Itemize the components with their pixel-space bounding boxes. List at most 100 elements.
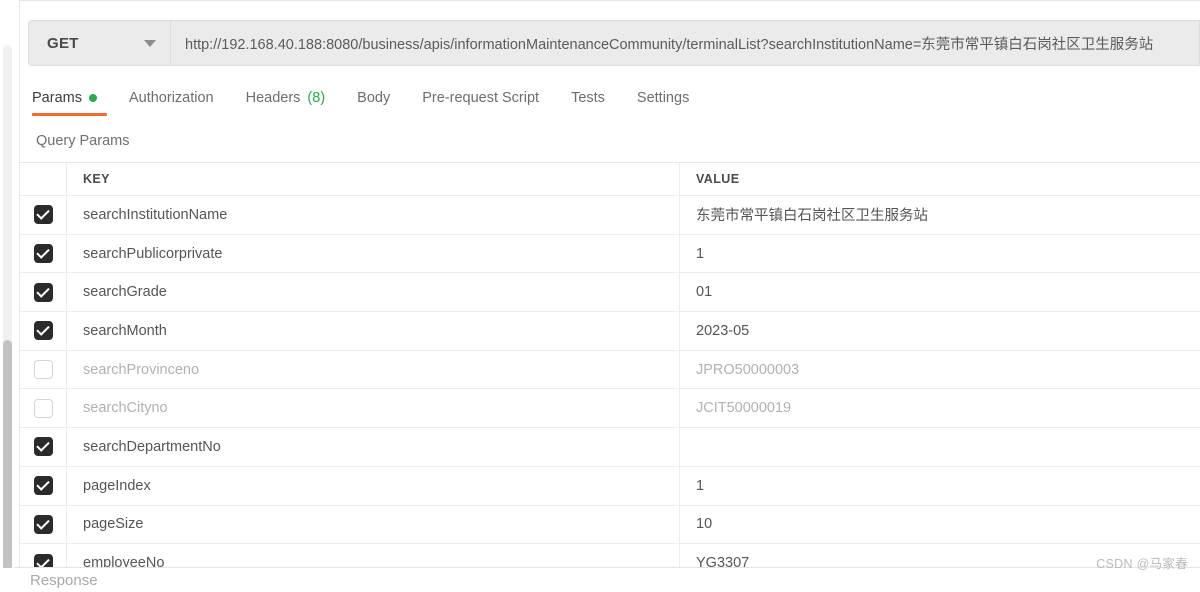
tab-settings-label: Settings — [636, 90, 690, 106]
row-value-cell[interactable]: 01 — [680, 273, 1200, 311]
url-input[interactable]: http://192.168.40.188:8080/business/apis… — [170, 20, 1200, 66]
row-value-cell[interactable]: 东莞市常平镇白石岗社区卫生服务站 — [680, 196, 1200, 234]
tab-headers[interactable]: Headers (8) — [230, 86, 342, 116]
row-checkbox-cell[interactable] — [20, 312, 67, 350]
tab-headers-label: Headers — [245, 90, 301, 106]
tab-body[interactable]: Body — [341, 86, 406, 116]
row-value-cell[interactable]: 2023-05 — [680, 312, 1200, 350]
row-key-cell[interactable]: pageSize — [67, 505, 680, 544]
row-checkbox[interactable] — [33, 514, 53, 534]
row-value: JCIT50000019 — [696, 400, 792, 417]
query-params-table: KEY VALUE searchInstitutionName 东莞市常平镇白石… — [20, 162, 1200, 583]
response-section-bar[interactable]: Response — [14, 567, 1200, 592]
table-row[interactable]: searchCityno JCIT50000019 — [20, 389, 1200, 429]
app-scrollbar[interactable] — [0, 0, 14, 592]
row-checkbox-cell[interactable] — [20, 505, 67, 544]
row-checkbox-cell[interactable] — [20, 350, 67, 389]
row-checkbox[interactable] — [33, 282, 53, 302]
row-value-cell[interactable]: JCIT50000019 — [680, 389, 1200, 427]
response-scrollbar-stub — [0, 568, 14, 592]
table-header-row: KEY VALUE — [20, 163, 1200, 196]
column-header-key: KEY — [83, 172, 110, 186]
row-checkbox-cell[interactable] — [20, 389, 67, 428]
table-row[interactable]: searchInstitutionName 东莞市常平镇白石岗社区卫生服务站 — [20, 196, 1200, 235]
header-value-cell: VALUE — [680, 163, 1200, 195]
row-checkbox-cell[interactable] — [20, 234, 67, 273]
row-value: 1 — [696, 477, 705, 494]
row-value-cell[interactable]: 1 — [680, 467, 1200, 505]
request-bar: GET http://192.168.40.188:8080/business/… — [28, 20, 1200, 66]
row-checkbox[interactable] — [33, 321, 53, 341]
header-key-cell: KEY — [67, 163, 680, 195]
tab-active-indicator — [32, 113, 107, 116]
tab-tests-label: Tests — [571, 90, 605, 106]
tab-authorization[interactable]: Authorization — [113, 86, 230, 116]
row-key: searchMonth — [83, 322, 167, 339]
row-checkbox-cell[interactable] — [20, 428, 67, 466]
row-key-cell[interactable]: searchMonth — [67, 312, 680, 350]
table-row[interactable]: searchGrade 01 — [20, 273, 1200, 313]
row-value: 1 — [696, 245, 705, 262]
column-header-value: VALUE — [696, 172, 740, 186]
tab-tests[interactable]: Tests — [555, 86, 621, 116]
tab-settings[interactable]: Settings — [621, 86, 705, 116]
row-value-cell[interactable]: 10 — [680, 506, 1200, 544]
row-value: 10 — [696, 516, 713, 533]
row-checkbox-cell[interactable] — [20, 466, 67, 505]
row-key: searchInstitutionName — [83, 206, 228, 223]
row-value: 东莞市常平镇白石岗社区卫生服务站 — [696, 208, 928, 225]
row-key-cell[interactable]: searchCityno — [67, 389, 680, 428]
row-key: searchCityno — [83, 400, 168, 417]
row-value: 2023-05 — [696, 322, 750, 339]
row-key: pageIndex — [83, 477, 151, 494]
unsaved-dot-icon — [88, 94, 97, 102]
table-row[interactable]: searchDepartmentNo — [20, 428, 1200, 467]
row-key: searchDepartmentNo — [83, 438, 221, 455]
row-checkbox[interactable] — [33, 398, 53, 418]
row-checkbox[interactable] — [33, 205, 53, 225]
row-key-cell[interactable]: searchPublicorprivate — [67, 234, 680, 273]
row-checkbox-cell[interactable] — [20, 196, 67, 234]
top-divider — [19, 0, 1200, 1]
tab-pre-request-script-label: Pre-request Script — [422, 90, 540, 106]
table-row[interactable]: searchMonth 2023-05 — [20, 312, 1200, 351]
table-row[interactable]: pageSize 10 — [20, 505, 1200, 545]
row-checkbox[interactable] — [33, 244, 53, 264]
table-row[interactable]: pageIndex 1 — [20, 466, 1200, 506]
header-checkbox-cell — [20, 163, 67, 195]
app-scrollbar-thumb[interactable] — [3, 340, 12, 592]
table-row[interactable]: searchProvinceno JPRO50000003 — [20, 350, 1200, 390]
tab-body-label: Body — [357, 90, 391, 106]
tab-pre-request-script[interactable]: Pre-request Script — [406, 86, 555, 116]
query-params-title: Query Params — [36, 133, 130, 149]
tab-params-label: Params — [32, 90, 82, 106]
row-key: pageSize — [83, 516, 144, 533]
row-key: searchGrade — [83, 284, 167, 301]
row-checkbox[interactable] — [33, 476, 53, 496]
response-label: Response — [30, 571, 98, 589]
http-method-select[interactable]: GET — [28, 20, 170, 66]
row-key-cell[interactable]: searchGrade — [67, 273, 680, 312]
row-key: searchProvinceno — [83, 361, 200, 378]
chevron-down-icon — [144, 39, 156, 47]
row-key-cell[interactable]: pageIndex — [67, 466, 680, 505]
row-checkbox-cell[interactable] — [20, 273, 67, 312]
tab-headers-count: (8) — [307, 90, 326, 106]
row-key-cell[interactable]: searchInstitutionName — [67, 196, 680, 234]
row-checkbox[interactable] — [33, 360, 53, 380]
row-checkbox[interactable] — [33, 437, 53, 457]
row-value-cell[interactable] — [680, 428, 1200, 466]
http-method-label: GET — [47, 34, 79, 52]
row-value: JPRO50000003 — [696, 361, 800, 378]
row-key-cell[interactable]: searchDepartmentNo — [67, 428, 680, 466]
row-value-cell[interactable]: JPRO50000003 — [680, 351, 1200, 389]
row-key: searchPublicorprivate — [83, 245, 223, 262]
row-key-cell[interactable]: searchProvinceno — [67, 350, 680, 389]
url-text: http://192.168.40.188:8080/business/apis… — [185, 36, 1154, 53]
table-row[interactable]: searchPublicorprivate 1 — [20, 234, 1200, 274]
tab-params[interactable]: Params — [20, 86, 113, 116]
row-value: 01 — [696, 284, 713, 301]
tab-authorization-label: Authorization — [128, 90, 214, 106]
row-value-cell[interactable]: 1 — [680, 235, 1200, 273]
request-tabs: Params Authorization Headers (8) Body Pr… — [20, 86, 1200, 122]
